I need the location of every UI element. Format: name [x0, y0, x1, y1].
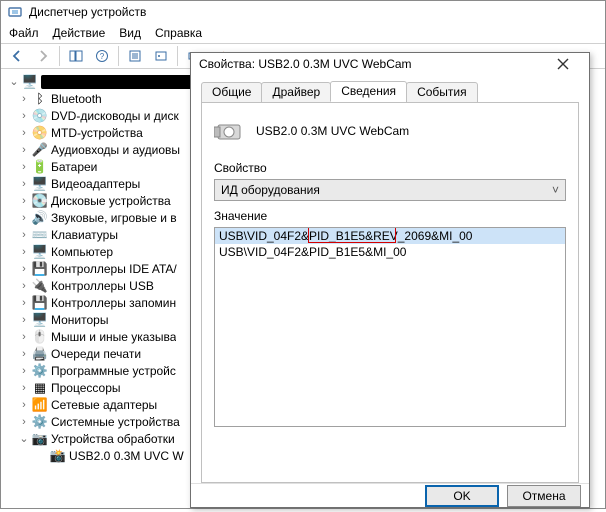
tree-label: Контроллеры USB: [51, 279, 154, 293]
device-category-icon: 🖱️: [32, 329, 48, 345]
properties-toolbar-icon[interactable]: [123, 45, 147, 67]
device-category-icon: 🔊: [32, 210, 48, 226]
tree-label: Процессоры: [51, 381, 121, 395]
property-selected: ИД оборудования: [221, 183, 320, 197]
device-category-icon: 💾: [32, 295, 48, 311]
device-category-icon: ᛒ: [32, 91, 48, 107]
help-toolbar-icon[interactable]: ?: [90, 45, 114, 67]
main-titlebar: Диспетчер устройств: [1, 1, 605, 23]
menu-help[interactable]: Справка: [155, 26, 202, 40]
device-category-icon: 🖥️: [32, 176, 48, 192]
webcam-icon: 📸: [50, 448, 66, 464]
ok-button[interactable]: OK: [425, 485, 499, 507]
close-icon[interactable]: [545, 53, 581, 75]
main-title: Диспетчер устройств: [29, 5, 146, 19]
menubar[interactable]: Файл Действие Вид Справка: [1, 23, 605, 43]
tree-label: Мыши и иные указыва: [51, 330, 176, 344]
device-category-icon: 💿: [32, 108, 48, 124]
tree-label: Очереди печати: [51, 347, 141, 361]
device-category-icon: 🖥️: [32, 312, 48, 328]
camera-icon: 📷: [32, 431, 48, 447]
tree-label: Сетевые адаптеры: [51, 398, 157, 412]
tree-label: DVD-дисководы и диск: [51, 109, 179, 123]
details-tab-page: USB2.0 0.3M UVC WebCam Свойство ИД обору…: [201, 103, 579, 483]
device-category-icon: 🔋: [32, 159, 48, 175]
properties-dialog: Свойства: USB2.0 0.3M UVC WebCam Общие Д…: [190, 52, 590, 508]
dialog-footer: OK Отмена: [191, 483, 589, 507]
tree-label: Клавиатуры: [51, 228, 118, 242]
device-camera-icon: [214, 117, 246, 145]
show-hide-tree-icon[interactable]: [64, 45, 88, 67]
tree-label: Компьютер: [51, 245, 113, 259]
device-category-icon: 💾: [32, 261, 48, 277]
tree-label: Системные устройства: [51, 415, 180, 429]
menu-action[interactable]: Действие: [53, 26, 106, 40]
tree-label: Батареи: [51, 160, 97, 174]
device-category-icon: ⚙️: [32, 363, 48, 379]
dialog-titlebar: Свойства: USB2.0 0.3M UVC WebCam: [191, 53, 589, 75]
value-label: Значение: [214, 209, 566, 223]
tab-general[interactable]: Общие: [201, 82, 262, 103]
property-combobox[interactable]: ИД оборудования ˅: [214, 179, 566, 201]
menu-view[interactable]: Вид: [119, 26, 141, 40]
tree-label: Аудиовходы и аудиовы: [51, 143, 180, 157]
device-category-icon: 📶: [32, 397, 48, 413]
tree-label: Звуковые, игровые и в: [51, 211, 177, 225]
cancel-button[interactable]: Отмена: [507, 485, 581, 507]
tree-label: Видеоадаптеры: [51, 177, 140, 191]
app-icon: [7, 4, 23, 20]
tree-root-label: ████████████: [41, 75, 207, 89]
tree-label: Программные устройс: [51, 364, 176, 378]
tab-strip: Общие Драйвер Сведения События: [201, 81, 579, 103]
device-category-icon: 🖨️: [32, 346, 48, 362]
computer-icon: 🖥️: [22, 74, 38, 90]
tree-label: MTD-устройства: [51, 126, 143, 140]
tab-details[interactable]: Сведения: [330, 81, 407, 102]
device-category-icon: 💽: [32, 193, 48, 209]
device-category-icon: 🖥️: [32, 244, 48, 260]
tree-label: Контроллеры запомин: [51, 296, 176, 310]
chevron-down-icon: ˅: [552, 183, 559, 197]
device-name: USB2.0 0.3M UVC WebCam: [256, 124, 409, 138]
forward-icon[interactable]: [31, 45, 55, 67]
device-category-icon: ▦: [32, 380, 48, 396]
menu-file[interactable]: Файл: [9, 26, 39, 40]
tree-label: Контроллеры IDE ATA/: [51, 262, 177, 276]
tab-events[interactable]: События: [406, 82, 478, 103]
value-listbox[interactable]: USB\VID_04F2&PID_B1E5&REV_2069&MI_00 USB…: [214, 227, 566, 427]
device-category-icon: 🎤: [32, 142, 48, 158]
device-category-icon: ⚙️: [32, 414, 48, 430]
update-driver-icon[interactable]: [149, 45, 173, 67]
tree-label: Дисковые устройства: [51, 194, 171, 208]
list-item[interactable]: USB\VID_04F2&PID_B1E5&REV_2069&MI_00: [215, 228, 565, 244]
svg-text:?: ?: [100, 52, 105, 61]
device-category-icon: ⌨️: [32, 227, 48, 243]
dialog-title: Свойства: USB2.0 0.3M UVC WebCam: [199, 57, 412, 71]
tree-label: Bluetooth: [51, 92, 102, 106]
device-category-icon: 📀: [32, 125, 48, 141]
property-label: Свойство: [214, 161, 566, 175]
tab-driver[interactable]: Драйвер: [261, 82, 331, 103]
list-item[interactable]: USB\VID_04F2&PID_B1E5&MI_00: [215, 244, 565, 260]
back-icon[interactable]: [5, 45, 29, 67]
device-category-icon: 🔌: [32, 278, 48, 294]
tree-label: Мониторы: [51, 313, 108, 327]
